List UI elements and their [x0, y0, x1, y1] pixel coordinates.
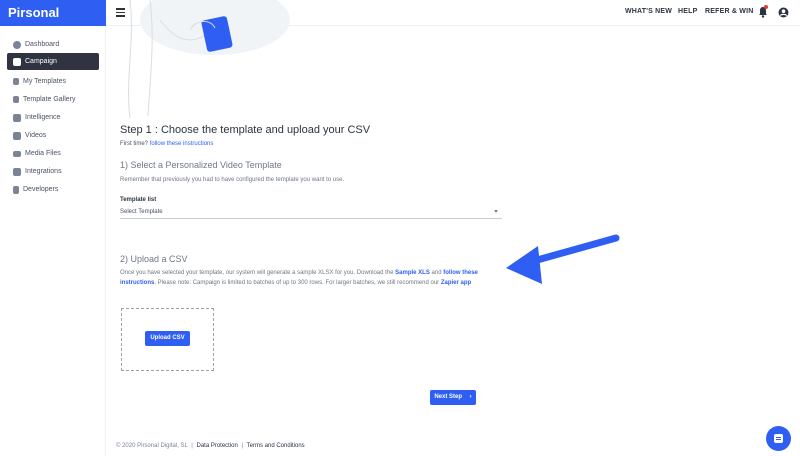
- zapier-app-link[interactable]: Zapier app: [441, 280, 471, 286]
- user-icon[interactable]: [778, 7, 789, 18]
- sidebar-item-developers[interactable]: Developers: [7, 179, 99, 196]
- upload-csv-button[interactable]: Upload CSV: [145, 331, 190, 346]
- music-note-icon: [13, 96, 19, 103]
- refer-win-link[interactable]: REFER & WIN: [705, 8, 753, 15]
- step-title: Step 1 : Choose the template and upload …: [120, 124, 371, 136]
- chat-button[interactable]: [766, 426, 791, 451]
- chevron-down-icon: [494, 210, 498, 213]
- chart-icon: [13, 113, 21, 122]
- sidebar-item-template-gallery[interactable]: Template Gallery: [7, 89, 99, 106]
- template-select[interactable]: Select Template: [120, 207, 502, 219]
- first-time-note: First time? follow these instructions: [120, 141, 214, 147]
- section-csv-text: Once you have selected your template, ou…: [120, 270, 478, 286]
- dashboard-icon: [13, 40, 21, 49]
- film-icon: [13, 131, 21, 140]
- sidebar-item-campaign[interactable]: Campaign: [7, 53, 99, 70]
- chevron-right-icon: ›: [469, 394, 472, 400]
- whats-new-link[interactable]: WHAT'S NEW: [625, 8, 672, 15]
- chat-icon: [774, 434, 783, 443]
- sidebar-item-media-files[interactable]: Media Files: [7, 143, 99, 160]
- next-step-button[interactable]: Next Step ›: [430, 390, 476, 405]
- sample-xls-link[interactable]: Sample XLS: [395, 270, 430, 276]
- sidebar-item-my-templates[interactable]: My Templates: [7, 71, 99, 88]
- template-list-label: Template list: [120, 197, 157, 203]
- section-csv-title: 2) Upload a CSV: [120, 254, 188, 264]
- sidebar: Dashboard Campaign My Templates Template…: [0, 26, 106, 456]
- section-template-text: Remember that previously you had to have…: [120, 177, 345, 183]
- media-icon: [13, 150, 21, 157]
- mail-icon: [13, 57, 21, 66]
- illustration: [128, 0, 290, 118]
- section-template-title: 1) Select a Personalized Video Template: [120, 160, 282, 170]
- terms-link[interactable]: Terms and Conditions: [247, 443, 305, 449]
- footer: © 2020 Pirsonal Digital, SL | Data Prote…: [116, 443, 305, 449]
- mobile-icon: [13, 185, 19, 194]
- music-note-icon: [13, 78, 19, 85]
- grid-icon: [13, 167, 21, 176]
- sidebar-item-videos[interactable]: Videos: [7, 125, 99, 142]
- notification-dot: [764, 5, 768, 9]
- data-protection-link[interactable]: Data Protection: [196, 443, 237, 449]
- sidebar-item-dashboard[interactable]: Dashboard: [7, 34, 99, 51]
- sidebar-item-intelligence[interactable]: Intelligence: [7, 107, 99, 124]
- help-link[interactable]: HELP: [678, 8, 697, 15]
- annotation-arrow: [506, 234, 620, 284]
- sidebar-item-integrations[interactable]: Integrations: [7, 161, 99, 178]
- brand-logo[interactable]: Pirsonal: [0, 0, 106, 26]
- instructions-link[interactable]: follow these instructions: [150, 141, 214, 147]
